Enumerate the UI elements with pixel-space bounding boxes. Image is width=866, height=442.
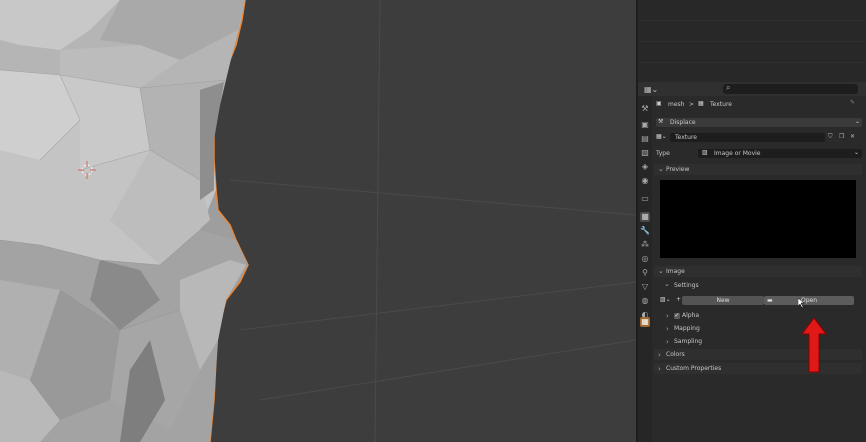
- scene-tab-icon[interactable]: ◈: [640, 162, 650, 172]
- chevron-down-icon: ⌄: [658, 165, 664, 173]
- chevron-down-icon: ⌄: [855, 118, 861, 125]
- 3d-viewport[interactable]: [0, 0, 636, 442]
- modifier-tab-icon[interactable]: 🔧: [640, 226, 650, 236]
- viewport-canvas[interactable]: [0, 0, 636, 442]
- preview-panel-title: Preview: [666, 166, 690, 173]
- add-icon: +: [676, 296, 682, 303]
- settings-subpanel-title[interactable]: Settings: [674, 282, 699, 290]
- colors-panel-header[interactable]: [654, 349, 862, 360]
- pin-icon[interactable]: ✎: [850, 99, 855, 107]
- breadcrumb-separator: >: [689, 101, 695, 108]
- mouse-pointer-icon: [798, 298, 805, 308]
- chevron-down-icon: ⌄: [854, 149, 860, 156]
- image-panel-header[interactable]: [654, 266, 862, 277]
- chevron-right-icon: ›: [666, 312, 669, 320]
- editor-type-icon[interactable]: ▦⌄: [644, 85, 658, 94]
- mesh-object[interactable]: [0, 0, 249, 442]
- render-tab-icon[interactable]: ▣: [640, 120, 650, 130]
- outliner-row[interactable]: [638, 0, 866, 21]
- unlink-icon[interactable]: ✕: [850, 133, 855, 141]
- fake-user-icon[interactable]: ⛉: [828, 133, 833, 141]
- properties-header: ▦⌄ ⌕: [638, 82, 866, 97]
- physics-tab-icon[interactable]: ◎: [640, 254, 650, 264]
- sampling-subpanel[interactable]: Sampling: [674, 338, 702, 346]
- type-value: Image or Movie: [714, 150, 761, 157]
- search-icon: ⌕: [726, 83, 731, 92]
- texture-preview: [660, 180, 856, 258]
- colors-panel-title: Colors: [666, 351, 685, 358]
- custom-properties-panel-title: Custom Properties: [666, 365, 722, 372]
- texture-icon: ▦: [698, 100, 704, 107]
- data-tab-icon[interactable]: ▽: [640, 282, 650, 292]
- open-image-button[interactable]: ▬ Open: [764, 296, 854, 305]
- duplicate-icon[interactable]: ❐: [839, 133, 844, 141]
- object-tab-icon[interactable]: ■: [640, 212, 650, 222]
- type-label: Type: [656, 150, 670, 157]
- viewport-grid: [229, 0, 636, 442]
- chevron-right-icon: ›: [658, 365, 661, 373]
- alpha-checkbox[interactable]: ✓: [674, 313, 680, 319]
- outliner-row[interactable]: [638, 63, 866, 84]
- folder-icon: ▬: [767, 297, 773, 304]
- texture-browse-icon[interactable]: ▦⌄: [656, 133, 667, 141]
- texture-tab-icon[interactable]: ▦: [640, 317, 650, 327]
- chevron-down-icon: ⌄: [658, 267, 664, 275]
- image-browse-icon[interactable]: ▨⌄: [660, 296, 671, 304]
- tool-tab-icon[interactable]: ⚒: [640, 104, 650, 114]
- constraints-tab-icon[interactable]: ⚲: [640, 268, 650, 278]
- modifier-icon: ⚒: [658, 118, 664, 125]
- properties-search-input[interactable]: ⌕: [723, 83, 858, 94]
- properties-panel: ▣ mesh > ▦ Texture ✎ ⚒ Displace ⌄ ▦⌄ Tex…: [652, 96, 866, 442]
- new-image-button[interactable]: New: [682, 296, 764, 305]
- chevron-right-icon: ›: [666, 338, 669, 346]
- chevron-down-icon: ⌄: [664, 280, 670, 288]
- outliner-row[interactable]: [638, 21, 866, 42]
- view-layer-tab-icon[interactable]: ▧: [640, 148, 650, 158]
- alpha-label: Alpha: [682, 312, 700, 319]
- modifier-name: Displace: [670, 119, 696, 126]
- breadcrumb-texture: Texture: [710, 101, 732, 108]
- chevron-right-icon: ›: [666, 325, 669, 333]
- output-tab-icon[interactable]: ▤: [640, 134, 650, 144]
- collection-tab-icon[interactable]: ▭: [640, 194, 650, 204]
- world-tab-icon[interactable]: ◉: [640, 176, 650, 186]
- particles-tab-icon[interactable]: ⁂: [640, 240, 650, 250]
- mapping-subpanel[interactable]: Mapping: [674, 325, 700, 333]
- material-tab-icon[interactable]: ◍: [640, 296, 650, 306]
- chevron-right-icon: ›: [658, 351, 661, 359]
- breadcrumb-object: mesh: [668, 101, 685, 108]
- red-arrow-annotation: [801, 317, 827, 373]
- mesh-icon: ▣: [656, 100, 662, 107]
- image-panel-title: Image: [666, 268, 685, 275]
- texture-name: Texture: [675, 134, 697, 141]
- properties-tabs: ⚒ ▣ ▤ ▧ ◈ ◉ ▭ ■ 🔧 ⁂ ◎ ⚲ ▽ ◍ ◐ ▦: [638, 96, 652, 442]
- outliner[interactable]: [638, 0, 866, 84]
- outliner-row[interactable]: [638, 42, 866, 63]
- image-icon: ▨: [702, 149, 708, 156]
